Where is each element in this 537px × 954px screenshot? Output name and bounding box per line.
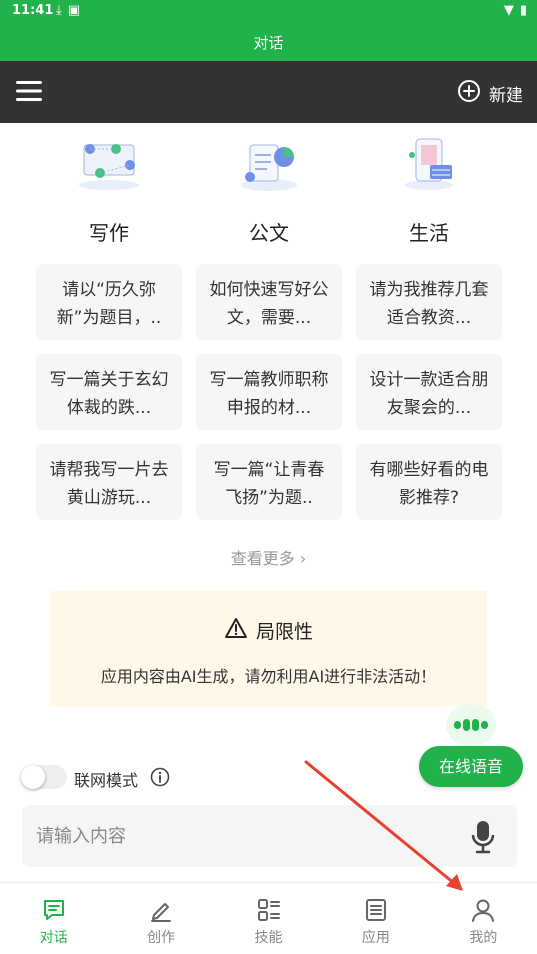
category-document[interactable]: 公文 [194, 135, 344, 246]
prompt-card-text: 设计一款适合朋友聚会的... [369, 370, 489, 418]
category-writing[interactable]: 写作 [34, 135, 184, 246]
bottom-tab-bar: 对话 创作 技能 应用 我的 [0, 882, 537, 954]
prompt-card-text: 写一篇关于玄幻体裁的跌... [49, 370, 169, 418]
prompt-card[interactable]: 请以“历久弥新”为题目，.. [36, 264, 182, 340]
tab-label: 应用 [361, 930, 390, 946]
plus-circle-icon [457, 79, 481, 108]
prompt-card-text: 如何快速写好公文，需要... [209, 280, 329, 328]
document-illustration [234, 135, 304, 195]
tab-chat[interactable]: 对话 [0, 883, 107, 954]
limitation-notice: 局限性 应用内容由AI生成，请勿利用AI进行非法活动！ [50, 591, 487, 706]
microphone-icon[interactable] [471, 820, 495, 854]
tab-label: 我的 [469, 930, 498, 946]
category-label: 生活 [409, 221, 449, 245]
notification-icon: ▣ [67, 3, 81, 18]
status-bar: 11:41 ⤓ ▣ ▼ ▮ [0, 0, 537, 22]
message-input-box [22, 805, 517, 867]
title-bar: 对话 [0, 22, 537, 61]
prompt-card-text: 有哪些好看的电影推荐? [369, 460, 489, 508]
prompt-card[interactable]: 请帮我写一片去黄山游玩... [36, 444, 182, 520]
notice-text: 应用内容由AI生成，请勿利用AI进行非法活动！ [100, 667, 437, 686]
prompt-card-text: 请以“历久弥新”为题目，.. [56, 280, 162, 328]
network-mode-label: 联网模式 [74, 771, 139, 790]
prompt-card[interactable]: 如何快速写好公文，需要... [196, 264, 342, 340]
page-title: 对话 [253, 34, 284, 52]
category-life[interactable]: 生活 [354, 135, 504, 246]
message-input[interactable] [36, 805, 456, 867]
tab-create[interactable]: 创作 [107, 883, 214, 954]
category-label: 写作 [89, 221, 129, 245]
info-icon[interactable] [150, 767, 170, 787]
see-more-link[interactable]: 查看更多 › [0, 545, 537, 569]
prompt-card[interactable]: 写一篇“让青春飞扬”为题.. [196, 444, 342, 520]
prompt-card-text: 请为我推荐几套适合教资... [369, 280, 489, 328]
battery-icon: ▮ [519, 3, 527, 18]
wifi-icon: ▼ [503, 3, 514, 18]
menu-icon[interactable] [16, 80, 42, 102]
pencil-icon [148, 897, 174, 923]
toggle-knob [21, 765, 45, 789]
user-icon [470, 897, 496, 923]
download-icon: ⤓ [56, 3, 62, 18]
network-mode-toggle[interactable] [21, 765, 67, 789]
chevron-right-icon: › [299, 549, 307, 568]
tab-label: 对话 [39, 930, 68, 946]
tab-skills[interactable]: 技能 [215, 883, 322, 954]
prompt-card-text: 写一篇教师职称申报的材... [209, 370, 329, 418]
category-label: 公文 [249, 221, 289, 245]
new-chat-button[interactable]: 新建 [457, 79, 523, 108]
prompt-card-text: 写一篇“让青春飞扬”为题.. [213, 460, 325, 508]
apps-list-icon [363, 897, 389, 923]
chat-icon [41, 897, 67, 923]
writing-illustration [74, 135, 144, 195]
prompt-card[interactable]: 写一篇教师职称申报的材... [196, 354, 342, 430]
warning-icon [224, 617, 248, 644]
tab-label: 技能 [254, 930, 283, 946]
tab-me[interactable]: 我的 [430, 883, 537, 954]
prompt-card[interactable]: 有哪些好看的电影推荐? [356, 444, 502, 520]
prompt-card[interactable]: 请为我推荐几套适合教资... [356, 264, 502, 340]
voice-wave-icon[interactable] [446, 705, 496, 745]
see-more-label: 查看更多 [230, 549, 295, 568]
notice-title: 局限性 [255, 621, 313, 643]
tab-apps[interactable]: 应用 [322, 883, 429, 954]
new-chat-label: 新建 [489, 86, 523, 106]
status-time: 11:41 [12, 3, 54, 18]
prompt-card[interactable]: 写一篇关于玄幻体裁的跌... [36, 354, 182, 430]
tab-label: 创作 [147, 930, 176, 946]
life-illustration [394, 135, 464, 195]
online-voice-button[interactable]: 在线语音 [419, 746, 523, 787]
toolbar: 新建 [0, 61, 537, 123]
skills-grid-icon [256, 897, 282, 923]
prompt-card[interactable]: 设计一款适合朋友聚会的... [356, 354, 502, 430]
prompt-card-text: 请帮我写一片去黄山游玩... [49, 460, 169, 508]
